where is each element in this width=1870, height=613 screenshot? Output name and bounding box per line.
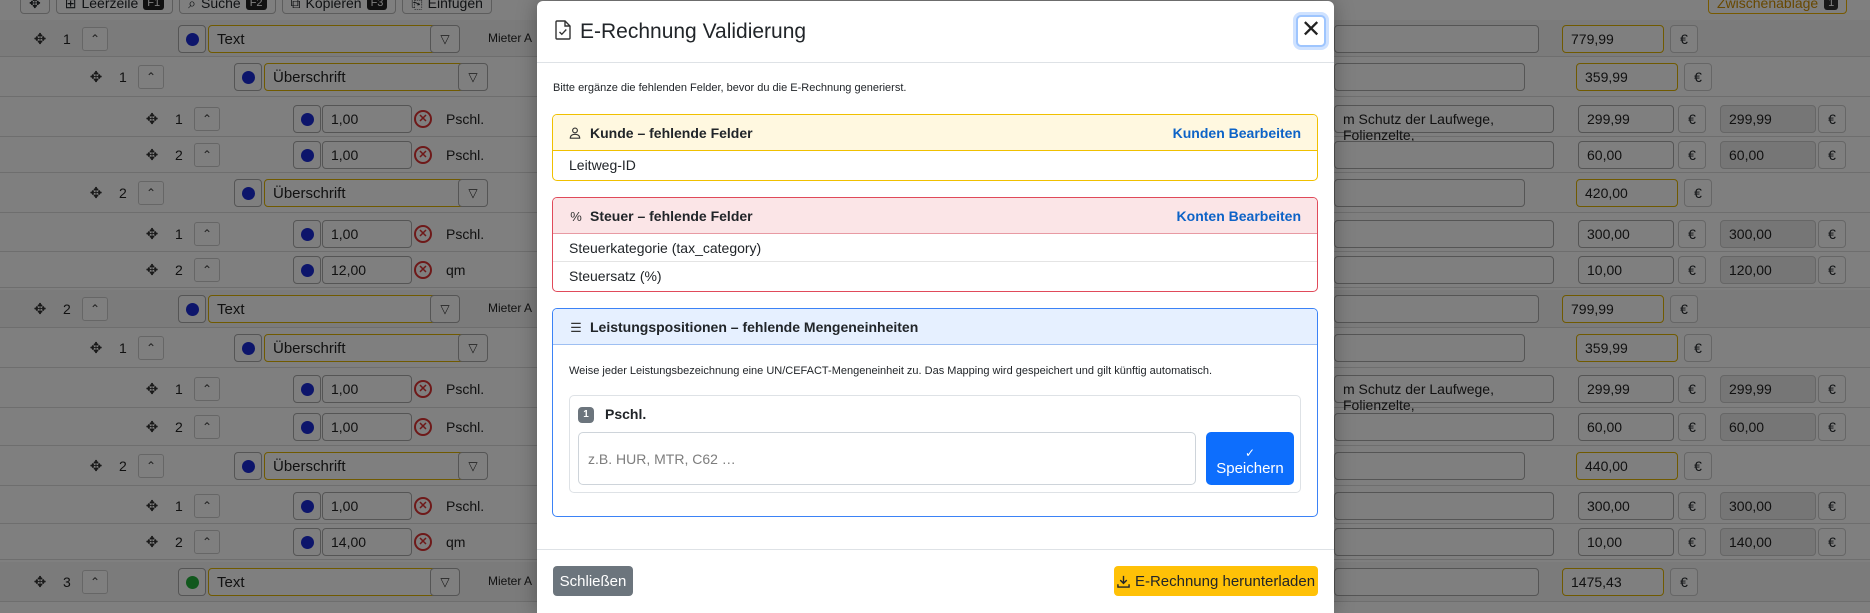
card-title: Steuer – fehlende Felder bbox=[590, 208, 753, 224]
positions-missing-units-card: ☰ Leistungspositionen – fehlende Mengene… bbox=[552, 308, 1318, 517]
save-unit-button[interactable]: ✓ Speichern bbox=[1206, 432, 1294, 485]
card-description: Weise jeder Leistungsbezeichnung eine UN… bbox=[569, 365, 1213, 377]
card-header: ☰ Leistungspositionen – fehlende Mengene… bbox=[553, 309, 1317, 345]
modal-header: E-Rechnung Validierung ✕ bbox=[537, 1, 1334, 63]
missing-field-item: Leitweg-ID bbox=[569, 157, 636, 173]
percent-icon: % bbox=[570, 209, 582, 224]
modal-footer: Schließen E-Rechnung herunterladen bbox=[537, 549, 1334, 613]
tax-missing-fields-card: % Steuer – fehlende Felder Konten Bearbe… bbox=[552, 197, 1318, 292]
close-icon[interactable]: ✕ bbox=[1296, 15, 1326, 47]
download-icon bbox=[1117, 575, 1130, 588]
missing-field-item: Steuerkategorie (tax_category) bbox=[553, 234, 1317, 262]
file-check-icon bbox=[555, 20, 571, 40]
card-title: Leistungspositionen – fehlende Mengenein… bbox=[590, 319, 919, 335]
customer-missing-fields-card: Kunde – fehlende Felder Kunden Bearbeite… bbox=[552, 114, 1318, 181]
person-icon bbox=[569, 127, 581, 139]
e-invoice-validation-modal: E-Rechnung Validierung ✕ Bitte ergänze d… bbox=[537, 1, 1334, 613]
download-button-label: E-Rechnung herunterladen bbox=[1134, 572, 1316, 590]
unit-code-input[interactable] bbox=[578, 432, 1196, 485]
save-button-label: Speichern bbox=[1216, 460, 1284, 477]
entry-index-badge: 1 bbox=[578, 407, 594, 423]
download-e-invoice-button[interactable]: E-Rechnung herunterladen bbox=[1114, 566, 1318, 596]
modal-title: E-Rechnung Validierung bbox=[580, 20, 807, 43]
check-icon: ✓ bbox=[1244, 446, 1256, 460]
edit-customer-link[interactable]: Kunden Bearbeiten bbox=[1173, 125, 1301, 141]
card-title: Kunde – fehlende Felder bbox=[590, 125, 753, 141]
edit-accounts-link[interactable]: Konten Bearbeiten bbox=[1177, 208, 1301, 224]
modal-intro-text: Bitte ergänze die fehlenden Felder, bevo… bbox=[553, 82, 907, 94]
list-icon: ☰ bbox=[570, 320, 582, 335]
unit-mapping-entry: 1 Pschl. ✓ Speichern bbox=[569, 395, 1301, 493]
unit-label: Pschl. bbox=[605, 406, 647, 422]
close-button[interactable]: Schließen bbox=[553, 566, 633, 596]
card-header: Kunde – fehlende Felder Kunden Bearbeite… bbox=[553, 115, 1317, 151]
card-header: % Steuer – fehlende Felder Konten Bearbe… bbox=[553, 198, 1317, 234]
missing-field-item: Steuersatz (%) bbox=[569, 268, 662, 284]
